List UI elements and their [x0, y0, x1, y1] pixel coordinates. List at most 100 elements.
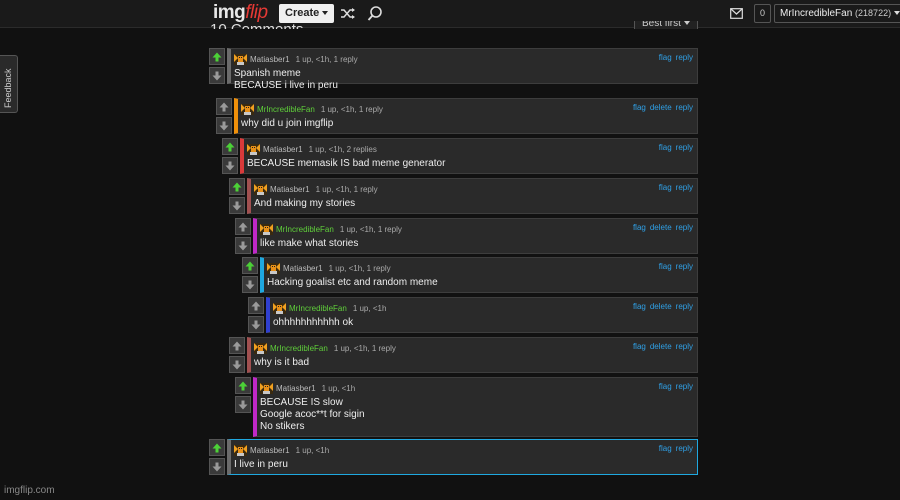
reply-link[interactable]: reply: [676, 342, 693, 351]
flag-link[interactable]: flag: [659, 262, 672, 271]
arrow-down-icon: [212, 71, 222, 81]
comment: MrIncredibleFan 1 up, <1h, 1 reply flag d…: [229, 337, 698, 373]
user-menu[interactable]: MrIncredibleFan (218722): [774, 4, 900, 23]
upvote-button[interactable]: [229, 337, 245, 354]
downvote-button[interactable]: [216, 117, 232, 134]
downvote-button[interactable]: [229, 197, 245, 214]
delete-link[interactable]: delete: [650, 302, 672, 311]
comment: MrIncredibleFan 1 up, <1h flag delete repl…: [248, 297, 698, 333]
downvote-button[interactable]: [235, 396, 251, 413]
comment-username[interactable]: Matiasber1: [250, 446, 290, 455]
comment-actions: flag reply: [655, 262, 693, 271]
upvote-button[interactable]: [235, 218, 251, 235]
downvote-button[interactable]: [229, 356, 245, 373]
comment-username[interactable]: MrIncredibleFan: [276, 225, 334, 234]
avatar[interactable]: [273, 302, 286, 314]
vote-controls: [235, 218, 251, 254]
comment-username[interactable]: MrIncredibleFan: [270, 344, 328, 353]
comment-text: And making my stories: [254, 198, 356, 209]
comment-body: Matiasber1 1 up, <1h flag reply I live in…: [227, 439, 698, 475]
arrow-down-icon: [238, 400, 248, 410]
mail-icon[interactable]: [730, 8, 743, 19]
comment-text: BECAUSE memasik IS bad meme generator: [247, 158, 446, 169]
arrow-up-icon: [225, 142, 235, 152]
avatar[interactable]: [267, 262, 280, 274]
notification-count[interactable]: 0: [754, 4, 771, 23]
avatar[interactable]: [254, 183, 267, 195]
comment-stats: 1 up, <1h: [352, 303, 387, 313]
delete-link[interactable]: delete: [650, 103, 672, 112]
reply-link[interactable]: reply: [676, 223, 693, 232]
flag-link[interactable]: flag: [633, 103, 646, 112]
search-icon[interactable]: [367, 5, 383, 22]
avatar[interactable]: [254, 342, 267, 354]
comment-username[interactable]: Matiasber1: [263, 145, 303, 154]
scroll-mask: [200, 29, 700, 35]
avatar[interactable]: [260, 223, 273, 235]
flag-link[interactable]: flag: [633, 302, 646, 311]
avatar[interactable]: [260, 382, 273, 394]
chevron-down-icon: [894, 11, 900, 16]
comment-username[interactable]: Matiasber1: [250, 55, 290, 64]
avatar[interactable]: [234, 444, 247, 456]
flag-link[interactable]: flag: [633, 342, 646, 351]
downvote-button[interactable]: [248, 316, 264, 333]
flag-link[interactable]: flag: [659, 444, 672, 453]
upvote-button[interactable]: [248, 297, 264, 314]
comment-stats: 1 up, <1h, 1 reply: [295, 54, 358, 64]
comment-username[interactable]: MrIncredibleFan: [257, 105, 315, 114]
upvote-button[interactable]: [209, 48, 225, 65]
flag-link[interactable]: flag: [659, 382, 672, 391]
reply-link[interactable]: reply: [676, 382, 693, 391]
flag-link[interactable]: flag: [659, 183, 672, 192]
arrow-down-icon: [219, 121, 229, 131]
flag-link[interactable]: flag: [659, 53, 672, 62]
comment: Matiasber1 1 up, <1h, 2 replies flag repl…: [222, 138, 698, 174]
flag-link[interactable]: flag: [659, 143, 672, 152]
upvote-button[interactable]: [222, 138, 238, 155]
avatar[interactable]: [241, 103, 254, 115]
reply-link[interactable]: reply: [676, 302, 693, 311]
downvote-button[interactable]: [242, 276, 258, 293]
comment-stats: 1 up, <1h, 1 reply: [320, 104, 383, 114]
comment-actions: flag delete reply: [629, 302, 693, 311]
avatar[interactable]: [247, 143, 260, 155]
arrow-up-icon: [232, 182, 242, 192]
comment-stats: 1 up, <1h, 2 replies: [308, 144, 377, 154]
reply-link[interactable]: reply: [676, 103, 693, 112]
arrow-down-icon: [245, 280, 255, 290]
feedback-tab[interactable]: Feedback: [0, 55, 18, 113]
delete-link[interactable]: delete: [650, 342, 672, 351]
reply-link[interactable]: reply: [676, 183, 693, 192]
reply-link[interactable]: reply: [676, 262, 693, 271]
comment-username[interactable]: MrIncredibleFan: [289, 304, 347, 313]
upvote-button[interactable]: [235, 377, 251, 394]
arrow-down-icon: [225, 161, 235, 171]
upvote-button[interactable]: [209, 439, 225, 456]
upvote-button[interactable]: [242, 257, 258, 274]
flag-link[interactable]: flag: [633, 223, 646, 232]
comment-username[interactable]: Matiasber1: [283, 264, 323, 273]
reply-link[interactable]: reply: [676, 143, 693, 152]
comment-actions: flag reply: [655, 183, 693, 192]
comment-meta: Matiasber1 1 up, <1h, 1 reply: [254, 183, 378, 195]
comment-actions: flag delete reply: [629, 342, 693, 351]
comment-username[interactable]: Matiasber1: [270, 185, 310, 194]
avatar[interactable]: [234, 53, 247, 65]
downvote-button[interactable]: [222, 157, 238, 174]
delete-link[interactable]: delete: [650, 223, 672, 232]
downvote-button[interactable]: [209, 67, 225, 84]
reply-link[interactable]: reply: [676, 444, 693, 453]
upvote-button[interactable]: [229, 178, 245, 195]
vote-controls: [229, 337, 245, 373]
arrow-up-icon: [212, 52, 222, 62]
comment: MrIncredibleFan 1 up, <1h, 1 reply flag d…: [235, 218, 698, 254]
comment-meta: Matiasber1 1 up, <1h, 2 replies: [247, 143, 377, 155]
comment-username[interactable]: Matiasber1: [276, 384, 316, 393]
comment-stats: 1 up, <1h: [321, 383, 356, 393]
downvote-button[interactable]: [209, 458, 225, 475]
upvote-button[interactable]: [216, 98, 232, 115]
downvote-button[interactable]: [235, 237, 251, 254]
shuffle-icon[interactable]: [340, 6, 356, 21]
reply-link[interactable]: reply: [676, 53, 693, 62]
